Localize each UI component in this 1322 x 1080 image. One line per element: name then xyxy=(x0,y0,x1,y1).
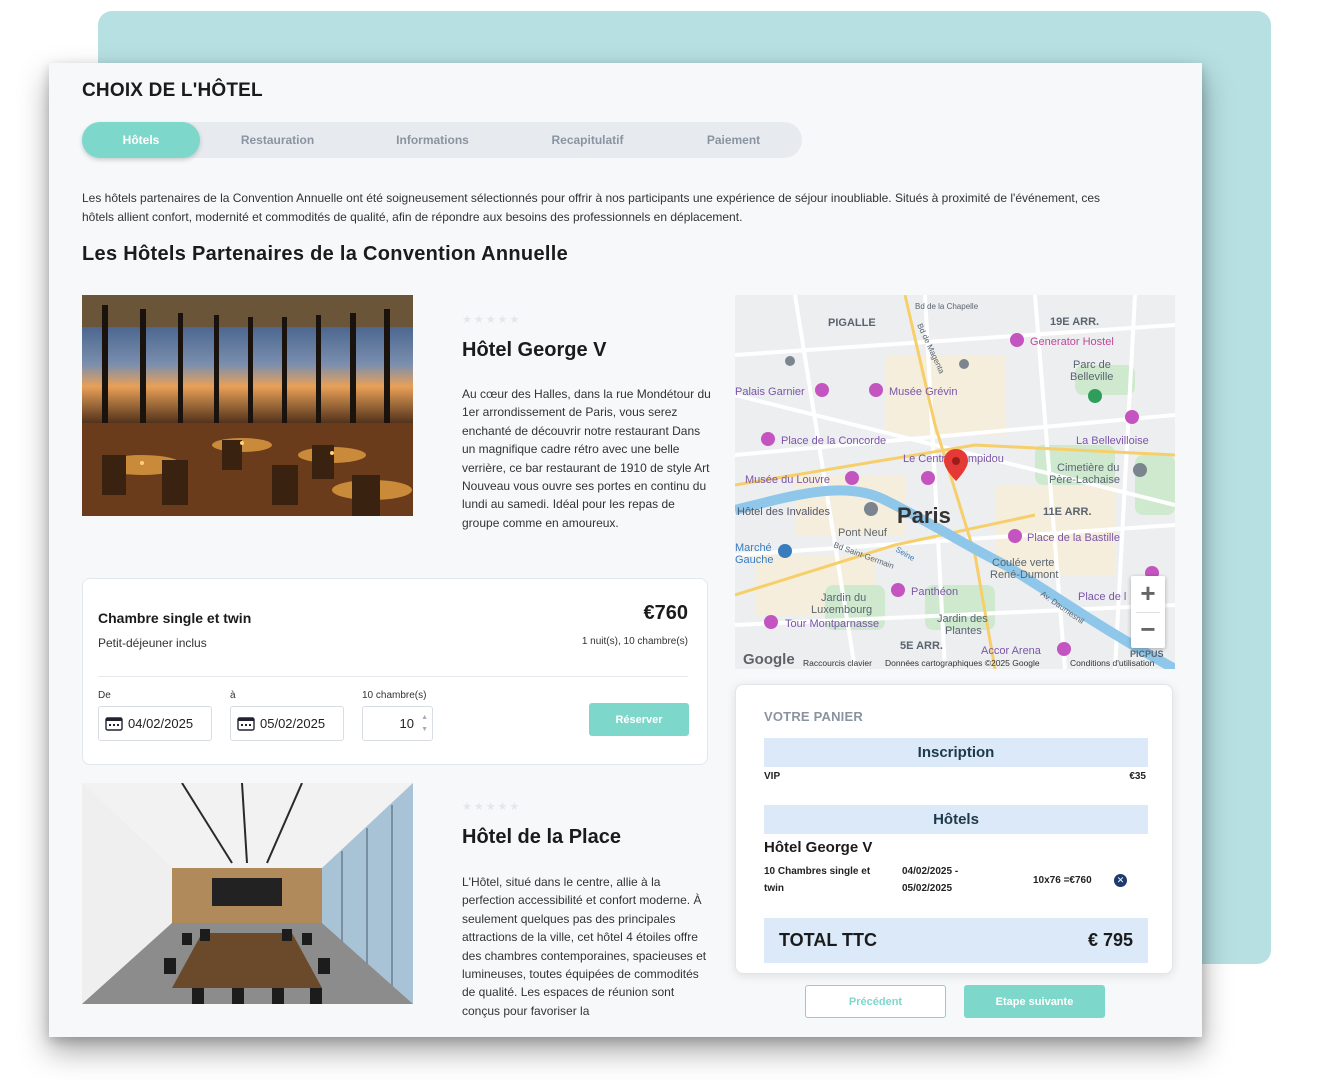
cart-room-line: 10 Chambres single et xyxy=(764,866,871,877)
page-title: CHOIX DE L'HÔTEL xyxy=(82,80,263,101)
map-label: Jardin des xyxy=(937,613,988,625)
cart-hotel-name: Hôtel George V xyxy=(764,839,873,856)
quantity-label: 10 chambre(s) xyxy=(362,690,427,701)
tab-hotels[interactable]: Hôtels xyxy=(82,122,200,158)
to-date-field[interactable]: 05/02/2025 xyxy=(230,706,344,741)
hotel-description: Au cœur des Halles, dans la rue Mondétou… xyxy=(462,387,711,530)
next-step-button[interactable]: Etape suivante xyxy=(964,985,1105,1018)
tab-recapitulatif[interactable]: Recapitulatif xyxy=(510,122,665,158)
map-label: Père-Lachaise xyxy=(1049,474,1120,486)
stepper-arrows-icon[interactable]: ▲ ▼ xyxy=(421,712,428,736)
inscription-price: €35 xyxy=(1129,771,1146,782)
hotel-george-v-photo xyxy=(82,295,413,516)
map-label: Bd de la Chapelle xyxy=(915,302,979,311)
total-row: TOTAL TTC € 795 xyxy=(764,918,1148,963)
room-price: €760 xyxy=(643,602,689,624)
hotel-name: Hôtel George V xyxy=(462,339,607,361)
room-offer-card: Chambre single et twin Petit-déjeuner in… xyxy=(82,578,708,765)
map-label: Place de la Bastille xyxy=(1027,532,1120,544)
from-date-value: 04/02/2025 xyxy=(128,716,194,731)
total-value: € 795 xyxy=(1087,930,1133,950)
to-label: à xyxy=(230,690,236,701)
map-label: Gauche xyxy=(735,554,774,566)
map-zoom-control: + − xyxy=(1131,576,1165,648)
cart-dates: 05/02/2025 xyxy=(902,883,953,894)
previous-button[interactable]: Précédent xyxy=(805,985,946,1018)
zoom-in-icon[interactable]: + xyxy=(1131,576,1165,612)
inscription-header: Inscription xyxy=(764,738,1148,767)
cart-panel: VOTRE PANIER Inscription VIP €35 Hôtels … xyxy=(735,684,1173,974)
map-data-credit: Données cartographiques ©2025 Google xyxy=(885,658,1040,668)
map-footer: Google Raccourcis clavier Données cartog… xyxy=(735,651,1175,669)
map-label: Pont Neuf xyxy=(838,527,888,539)
map-label: Hôtel des Invalides xyxy=(737,506,830,518)
tab-restauration[interactable]: Restauration xyxy=(200,122,355,158)
inscription-item: VIP xyxy=(764,771,781,782)
cart-dates: 04/02/2025 - xyxy=(902,866,959,877)
quantity-value: 10 xyxy=(399,716,414,731)
total-label: TOTAL TTC xyxy=(779,930,877,950)
cart-title: VOTRE PANIER xyxy=(764,709,863,724)
keyboard-shortcuts-link[interactable]: Raccourcis clavier xyxy=(803,658,872,668)
from-date-field[interactable]: 04/02/2025 xyxy=(98,706,212,741)
divider xyxy=(98,676,688,677)
map-label: Palais Garnier xyxy=(735,386,805,398)
map-label: Plantes xyxy=(945,625,982,637)
zoom-out-icon[interactable]: − xyxy=(1131,612,1165,648)
map-label: Cimetière du xyxy=(1057,462,1119,474)
map-label: 5E ARR. xyxy=(900,640,943,652)
hotel-selection-panel: CHOIX DE L'HÔTEL Hôtels Restauration Inf… xyxy=(49,63,1202,1037)
map-label: Belleville xyxy=(1070,371,1113,383)
map-label: PIGALLE xyxy=(828,317,876,329)
map-label: Marché xyxy=(735,542,772,554)
map-label: Panthéon xyxy=(911,586,958,598)
map-label: Generator Hostel xyxy=(1030,336,1114,348)
map-label: Coulée verte xyxy=(992,557,1054,569)
map-label: La Bellevilloise xyxy=(1076,435,1149,447)
quantity-stepper[interactable]: 10 ▲ ▼ xyxy=(362,706,433,741)
to-date-value: 05/02/2025 xyxy=(260,716,326,731)
hotel-map[interactable]: PIGALLE 19E ARR. Bd de la Chapelle Gener… xyxy=(735,295,1175,669)
cart-room-line: twin xyxy=(764,883,784,894)
room-meta: 1 nuit(s), 10 chambre(s) xyxy=(581,636,688,647)
calendar-icon xyxy=(237,717,255,731)
map-label: Musée du Louvre xyxy=(745,474,830,486)
section-title: Les Hôtels Partenaires de la Convention … xyxy=(82,243,569,265)
tab-informations[interactable]: Informations xyxy=(355,122,510,158)
reserve-button[interactable]: Réserver xyxy=(589,703,689,736)
hotel-stars: ★★★★★ xyxy=(462,314,522,326)
remove-item-icon[interactable]: ✕ xyxy=(1114,874,1127,887)
map-label: René-Dumont xyxy=(990,569,1058,581)
room-subtitle: Petit-déjeuner inclus xyxy=(98,636,207,650)
hotel-name: Hôtel de la Place xyxy=(462,826,621,848)
map-label: Place de la Concorde xyxy=(781,435,886,447)
google-logo: Google xyxy=(743,651,795,668)
step-tabs: Hôtels Restauration Informations Recapit… xyxy=(82,122,802,158)
hotel-de-la-place-photo xyxy=(82,783,413,1004)
map-label: Musée Grévin xyxy=(889,386,957,398)
hotel-stars: ★★★★★ xyxy=(462,801,522,813)
map-label: Place de l xyxy=(1078,591,1126,603)
room-name: Chambre single et twin xyxy=(98,610,252,626)
cart-calc: 10x76 =€760 xyxy=(1033,875,1092,886)
map-city-label: Paris xyxy=(897,503,951,528)
intro-text: Les hôtels partenaires de la Convention … xyxy=(82,191,1101,224)
calendar-icon xyxy=(105,717,123,731)
map-label: 19E ARR. xyxy=(1050,316,1099,328)
map-label: Luxembourg xyxy=(811,604,872,616)
map-label: Jardin du xyxy=(821,592,866,604)
hotel-description: L'Hôtel, situé dans le centre, allie à l… xyxy=(462,875,707,1018)
hotels-header: Hôtels xyxy=(764,805,1148,834)
terms-link[interactable]: Conditions d'utilisation xyxy=(1070,658,1154,668)
map-label: Tour Montparnasse xyxy=(785,618,879,630)
tab-paiement[interactable]: Paiement xyxy=(665,122,802,158)
map-label: Parc de xyxy=(1073,359,1111,371)
map-label: 11E ARR. xyxy=(1043,506,1092,518)
from-label: De xyxy=(98,690,111,701)
